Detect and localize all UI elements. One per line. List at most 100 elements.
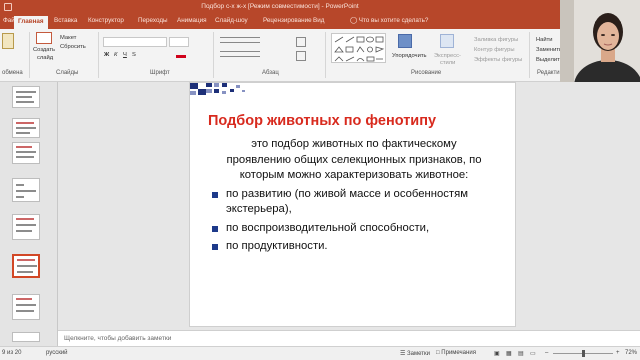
webcam-overlay xyxy=(560,0,640,82)
new-slide-icon[interactable] xyxy=(36,32,52,44)
thumb-line xyxy=(17,271,33,273)
replace-button[interactable]: Заменить xyxy=(536,47,562,53)
quick-styles-icon[interactable] xyxy=(440,34,454,48)
reset-button[interactable]: Сбросить xyxy=(60,44,86,50)
italic-button[interactable]: К xyxy=(114,52,117,58)
thumb-line xyxy=(16,122,34,124)
slide-thumbnail[interactable] xyxy=(12,332,40,342)
thumb-line xyxy=(16,230,32,232)
slide-bullet: по воспроизводительной способности, xyxy=(212,221,512,237)
comments-button-label: Примечания xyxy=(441,350,476,356)
shape-effects-button[interactable]: Эффекты фигуры xyxy=(474,57,522,63)
thumb-line xyxy=(16,184,24,186)
tell-me-search[interactable]: ◯ Что вы хотите сделать? xyxy=(350,17,428,24)
sorter-view-icon[interactable]: ▦ xyxy=(506,350,512,357)
slide-title[interactable]: Подбор животных по фенотипу xyxy=(208,113,436,129)
notes-button[interactable]: ☰ Заметки xyxy=(400,350,430,357)
arrange-icon[interactable] xyxy=(398,34,412,48)
text-direction-icon[interactable] xyxy=(296,37,306,47)
paste-icon[interactable] xyxy=(2,33,14,49)
thumb-line xyxy=(16,151,36,153)
font-color-icon[interactable] xyxy=(176,55,186,58)
thumb-line xyxy=(16,304,36,306)
tab-review[interactable]: Рецензирование xyxy=(263,17,312,24)
tab-transitions[interactable]: Переходы xyxy=(138,17,168,24)
thumb-line xyxy=(16,156,34,158)
tab-slideshow[interactable]: Слайд-шоу xyxy=(215,17,248,24)
slides-group-label: Слайды xyxy=(56,70,79,76)
normal-view-icon[interactable]: ▣ xyxy=(494,350,500,357)
drawing-group-label: Рисование xyxy=(411,70,442,76)
tab-design[interactable]: Конструктор xyxy=(88,17,124,24)
paragraph-group-label: Абзац xyxy=(262,70,279,76)
slide-thumbnail[interactable] xyxy=(12,118,40,138)
thumb-line xyxy=(16,96,32,98)
clipboard-group-label: обмена xyxy=(2,70,23,76)
shape-outline-button[interactable]: Контур фигуры xyxy=(474,47,515,53)
shape-fill-button[interactable]: Заливка фигуры xyxy=(474,37,518,43)
font-size-select[interactable] xyxy=(169,37,189,47)
shapes-icon xyxy=(334,36,385,62)
zoom-in-button[interactable]: + xyxy=(616,350,620,356)
tell-me-label: Что вы хотите сделать? xyxy=(358,17,429,24)
slide-thumbnail[interactable] xyxy=(12,214,40,240)
tab-insert[interactable]: Вставка xyxy=(54,17,77,24)
shadow-button[interactable]: S xyxy=(132,52,136,58)
ribbon-tabs: Файл Главная Вставка Конструктор Переход… xyxy=(0,15,560,29)
slideshow-view-icon[interactable]: ▭ xyxy=(530,350,536,357)
slide-bullet: по продуктивности. xyxy=(212,239,512,255)
thumb-line xyxy=(16,224,36,226)
slide-counter: 9 из 20 xyxy=(2,350,22,356)
divider xyxy=(98,32,99,78)
slide-thumbnail[interactable] xyxy=(12,86,40,108)
slide-thumbnail[interactable] xyxy=(12,178,40,202)
comments-button[interactable]: □ Примечания xyxy=(436,350,476,356)
language-indicator[interactable]: русский xyxy=(46,350,68,356)
slide-body[interactable]: это подбор животных по фактическому проя… xyxy=(212,137,512,255)
thumb-line xyxy=(16,132,30,134)
new-slide-label[interactable]: Создать xyxy=(33,47,55,53)
underline-button[interactable]: Ч xyxy=(123,52,127,58)
thumb-line xyxy=(16,218,34,220)
align-icon[interactable] xyxy=(220,51,260,57)
arrange-label[interactable]: Упорядочить xyxy=(392,53,427,59)
slide-thumbnail[interactable] xyxy=(12,294,40,320)
zoom-slider-thumb[interactable] xyxy=(582,350,585,357)
font-name-select[interactable] xyxy=(103,37,167,47)
thumb-line xyxy=(16,190,36,192)
smartart-icon[interactable] xyxy=(296,51,306,61)
ribbon: обмена Создать слайд Макет Сбросить Слай… xyxy=(0,29,583,82)
thumb-line xyxy=(17,265,37,267)
shapes-gallery[interactable] xyxy=(331,33,386,63)
thumb-line xyxy=(17,259,35,261)
window-title: Подбор с-х ж-х [Режим совместимости] - P… xyxy=(201,3,359,10)
current-slide[interactable]: Подбор животных по фенотипу это подбор ж… xyxy=(189,82,516,327)
find-button[interactable]: Найти xyxy=(536,37,553,43)
new-slide-label2[interactable]: слайд xyxy=(37,55,53,61)
divider xyxy=(213,32,214,78)
zoom-level[interactable]: 72% xyxy=(625,350,637,356)
notes-placeholder[interactable]: Щелкните, чтобы добавить заметки xyxy=(64,335,171,342)
slide-thumbnail[interactable] xyxy=(12,142,40,164)
quick-styles-label2[interactable]: стили xyxy=(440,60,455,66)
quick-styles-label[interactable]: Экспресс- xyxy=(434,53,461,59)
slide-thumbnail-active[interactable] xyxy=(12,254,40,278)
tab-animations[interactable]: Анимация xyxy=(177,17,207,24)
bullets-icon[interactable] xyxy=(220,37,260,43)
select-button[interactable]: Выделить xyxy=(536,57,563,63)
divider xyxy=(29,32,30,78)
thumb-line xyxy=(16,196,24,198)
bold-button[interactable]: Ж xyxy=(104,52,109,58)
layout-button[interactable]: Макет xyxy=(60,35,76,41)
tab-view[interactable]: Вид xyxy=(313,17,324,24)
zoom-out-button[interactable]: – xyxy=(545,350,548,356)
tab-home[interactable]: Главная xyxy=(14,16,48,29)
thumb-line xyxy=(16,127,36,129)
slide-thumbnails-pane[interactable] xyxy=(0,82,58,346)
slide-bullet: по развитию (по живой массе и особенност… xyxy=(212,187,512,218)
reading-view-icon[interactable]: ▤ xyxy=(518,350,524,357)
thumb-line xyxy=(16,146,32,148)
notes-pane[interactable]: Щелкните, чтобы добавить заметки xyxy=(58,330,640,346)
lightbulb-icon: ◯ xyxy=(350,17,359,24)
thumb-line xyxy=(16,101,34,103)
